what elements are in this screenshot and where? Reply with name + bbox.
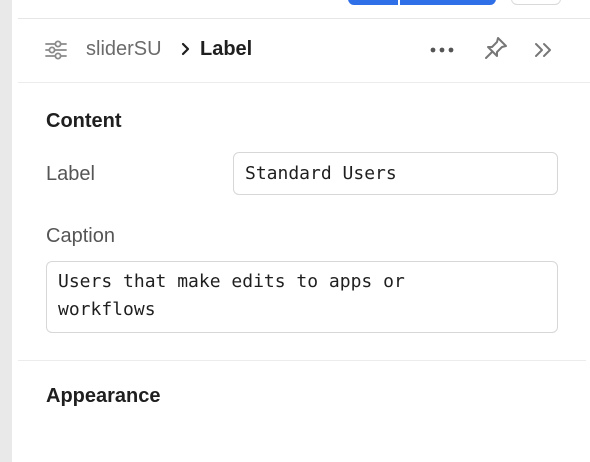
double-chevron-right-icon[interactable] bbox=[532, 38, 556, 62]
top-secondary-button[interactable] bbox=[511, 0, 561, 5]
section-divider bbox=[18, 360, 586, 361]
more-horizontal-icon[interactable] bbox=[428, 39, 456, 61]
top-button-group[interactable] bbox=[348, 0, 496, 5]
chevron-right-icon bbox=[180, 40, 192, 58]
top-primary-button-right[interactable] bbox=[400, 0, 496, 5]
content-section-title: Content bbox=[46, 110, 122, 132]
breadcrumb-parent[interactable]: sliderSU bbox=[86, 38, 162, 61]
label-field-label: Label bbox=[46, 163, 95, 185]
appearance-section-title[interactable]: Appearance bbox=[46, 385, 161, 408]
caption-field-label: Caption bbox=[46, 225, 115, 247]
pin-icon[interactable] bbox=[482, 34, 510, 62]
left-rail bbox=[0, 0, 12, 462]
breadcrumb-current: Label bbox=[200, 38, 253, 60]
sliders-icon bbox=[44, 38, 68, 62]
inspector-header: sliderSU Label bbox=[18, 19, 590, 83]
top-primary-button-left[interactable] bbox=[348, 0, 398, 5]
label-input[interactable] bbox=[233, 152, 558, 195]
caption-textarea[interactable]: Users that make edits to apps or workflo… bbox=[46, 261, 558, 333]
inspector-panel: sliderSU Label Content Label C bbox=[18, 18, 590, 462]
